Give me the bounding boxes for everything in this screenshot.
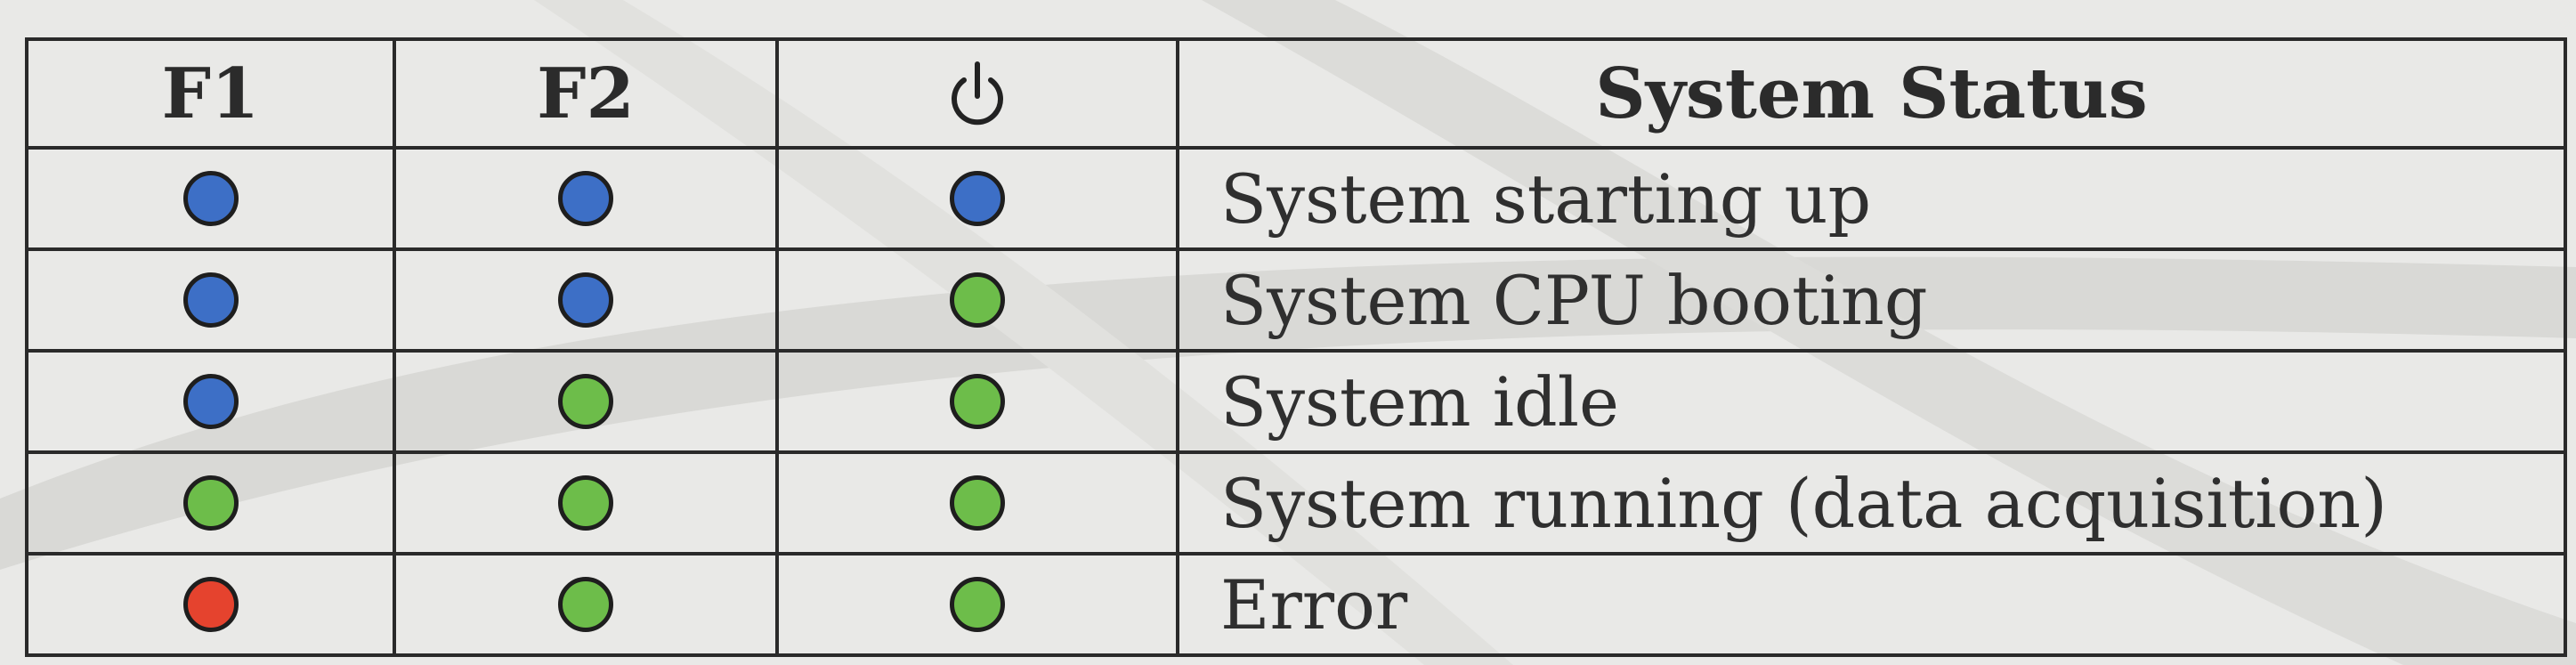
f1-led xyxy=(182,374,239,429)
status-text: Error xyxy=(1176,552,2567,657)
power-cell xyxy=(775,552,1179,657)
f1-cell xyxy=(25,552,396,657)
power-icon xyxy=(952,61,1003,125)
power-led xyxy=(950,374,1005,429)
power-cell xyxy=(775,146,1179,251)
f2-cell xyxy=(393,146,779,251)
table-row: System running (data acquisition) xyxy=(25,450,2567,556)
header-power xyxy=(775,37,1179,150)
f2-led xyxy=(558,577,613,632)
header-row: F1 F2 System Status xyxy=(25,37,2567,150)
f1-led xyxy=(182,171,239,226)
f2-led xyxy=(558,374,613,429)
f1-cell xyxy=(25,247,396,353)
f2-cell xyxy=(393,450,779,556)
status-text: System CPU booting xyxy=(1176,247,2567,353)
header-system-status: System Status xyxy=(1176,37,2567,150)
f1-cell xyxy=(25,450,396,556)
f2-led xyxy=(558,272,613,328)
f2-cell xyxy=(393,349,779,454)
f2-cell xyxy=(393,552,779,657)
f2-led xyxy=(558,171,613,226)
power-cell xyxy=(775,247,1179,353)
f1-cell xyxy=(25,146,396,251)
table-row: System CPU booting xyxy=(25,247,2567,353)
power-cell xyxy=(775,450,1179,556)
led-status-table: F1 F2 System Status System starting up S… xyxy=(25,37,2567,657)
f1-led xyxy=(182,475,239,531)
table-row: System starting up xyxy=(25,146,2567,251)
f2-led xyxy=(558,475,613,531)
power-led xyxy=(950,272,1005,328)
power-led xyxy=(950,475,1005,531)
f2-cell xyxy=(393,247,779,353)
power-led xyxy=(950,171,1005,226)
power-led xyxy=(950,577,1005,632)
f1-cell xyxy=(25,349,396,454)
status-text: System starting up xyxy=(1176,146,2567,251)
f1-led xyxy=(182,577,239,632)
header-f1: F1 xyxy=(25,37,396,150)
status-text: System running (data acquisition) xyxy=(1176,450,2567,556)
table-row: Error xyxy=(25,552,2567,657)
f1-led xyxy=(182,272,239,328)
header-f2: F2 xyxy=(393,37,779,150)
power-cell xyxy=(775,349,1179,454)
table-row: System idle xyxy=(25,349,2567,454)
status-text: System idle xyxy=(1176,349,2567,454)
